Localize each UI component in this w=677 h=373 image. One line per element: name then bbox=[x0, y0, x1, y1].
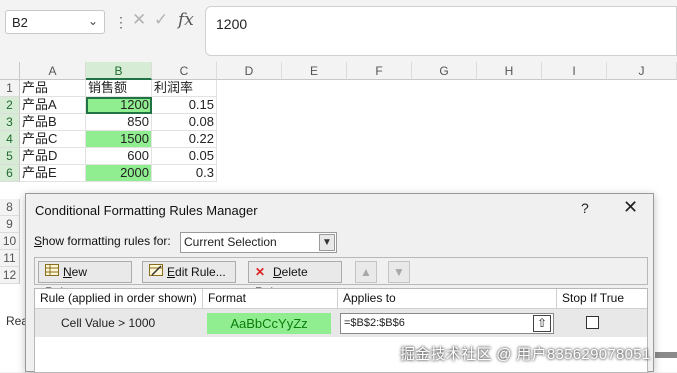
row-header-8[interactable]: 8 bbox=[0, 199, 20, 216]
name-box[interactable]: B2 ⌄ bbox=[5, 10, 105, 34]
watermark: 掘金技术社区 @ 用户835629078051 bbox=[400, 346, 651, 363]
cell-c1[interactable]: 利润率 bbox=[152, 80, 217, 97]
column-header-c[interactable]: C bbox=[152, 62, 217, 80]
cell-c6[interactable]: 0.3 bbox=[152, 165, 217, 182]
cell-b2[interactable]: 1200 bbox=[86, 97, 152, 114]
cell-a5[interactable]: 产品D bbox=[20, 148, 86, 165]
insert-function-icon[interactable]: fx bbox=[178, 10, 194, 30]
row-header-2[interactable]: 2 bbox=[0, 97, 20, 114]
format-preview: AaBbCcYyZz bbox=[207, 313, 331, 334]
column-header-i[interactable]: I bbox=[542, 62, 607, 80]
column-header-b[interactable]: B bbox=[86, 62, 152, 80]
dialog-title: Conditional Formatting Rules Manager bbox=[35, 203, 258, 218]
range-picker-icon[interactable]: ⇧ bbox=[533, 315, 551, 332]
row-header-1[interactable]: 1 bbox=[0, 80, 20, 97]
column-header-a[interactable]: A bbox=[20, 62, 86, 80]
applies-to-value: =$B$2:$B$6 bbox=[344, 317, 405, 329]
cell-a2[interactable]: 产品A bbox=[20, 97, 86, 114]
row-header-11[interactable]: 11 bbox=[0, 250, 20, 267]
column-header-stop-if-true[interactable]: Stop If True bbox=[557, 289, 647, 309]
applies-to-input[interactable]: =$B$2:$B$6 ⇧ bbox=[340, 313, 554, 334]
chevron-down-icon[interactable]: ⌄ bbox=[88, 14, 98, 28]
column-header-g[interactable]: G bbox=[412, 62, 477, 80]
column-header-e[interactable]: E bbox=[282, 62, 347, 80]
column-header-applies-to[interactable]: Applies to bbox=[338, 289, 557, 309]
formula-value: 1200 bbox=[216, 16, 248, 32]
delete-icon: ✕ bbox=[255, 265, 266, 279]
row-header-3[interactable]: 3 bbox=[0, 114, 20, 131]
cell-b6[interactable]: 2000 bbox=[86, 165, 152, 182]
column-header-d[interactable]: D bbox=[217, 62, 282, 80]
rule-description: Cell Value > 1000 bbox=[61, 316, 156, 330]
cancel-icon[interactable]: ✕ bbox=[132, 10, 146, 30]
row-header-5[interactable]: 5 bbox=[0, 148, 20, 165]
row-header-10[interactable]: 10 bbox=[0, 233, 20, 250]
formula-input[interactable]: 1200 bbox=[205, 6, 677, 56]
help-icon[interactable]: ? bbox=[581, 200, 589, 216]
cell-b1[interactable]: 销售额 bbox=[86, 80, 152, 97]
cell-a6[interactable]: 产品E bbox=[20, 165, 86, 182]
cell-a4[interactable]: 产品C bbox=[20, 131, 86, 148]
row-header-6[interactable]: 6 bbox=[0, 165, 20, 182]
new-rule-icon bbox=[45, 262, 59, 282]
column-header-h[interactable]: H bbox=[477, 62, 542, 80]
scope-select-value: Current Selection bbox=[184, 235, 277, 249]
chevron-down-icon[interactable]: ▼ bbox=[319, 234, 335, 251]
cell-c4[interactable]: 0.22 bbox=[152, 131, 217, 148]
enter-icon[interactable]: ✓ bbox=[154, 10, 168, 30]
more-options-icon[interactable]: ⋮ bbox=[114, 14, 128, 31]
select-all-corner[interactable] bbox=[0, 62, 20, 80]
rules-toolbar: New Rule... Edit Rule... ✕Delete Rule ▲ … bbox=[34, 257, 648, 299]
column-header-rule[interactable]: Rule (applied in order shown) bbox=[35, 289, 203, 309]
new-rule-button[interactable]: New Rule... bbox=[38, 261, 132, 299]
move-down-button[interactable]: ▼ bbox=[388, 261, 410, 283]
edit-rule-icon bbox=[149, 262, 163, 282]
column-header-format[interactable]: Format bbox=[203, 289, 338, 309]
cell-b4[interactable]: 1500 bbox=[86, 131, 152, 148]
cell-b5[interactable]: 600 bbox=[86, 148, 152, 165]
cell-c3[interactable]: 0.08 bbox=[152, 114, 217, 131]
cell-c2[interactable]: 0.15 bbox=[152, 97, 217, 114]
name-box-value: B2 bbox=[12, 15, 28, 30]
cell-a1[interactable]: 产品 bbox=[20, 80, 86, 97]
column-header-f[interactable]: F bbox=[347, 62, 412, 80]
cell-c5[interactable]: 0.05 bbox=[152, 148, 217, 165]
close-icon[interactable]: ✕ bbox=[623, 197, 638, 218]
cell-a3[interactable]: 产品B bbox=[20, 114, 86, 131]
row-header-12[interactable]: 12 bbox=[0, 267, 20, 284]
stop-if-true-checkbox[interactable] bbox=[586, 316, 599, 329]
column-header-j[interactable]: J bbox=[607, 62, 677, 80]
scope-select[interactable]: Current Selection ▼ bbox=[180, 232, 337, 253]
move-up-button[interactable]: ▲ bbox=[355, 261, 377, 283]
edit-rule-button[interactable]: Edit Rule... bbox=[142, 261, 236, 283]
row-header-9[interactable]: 9 bbox=[0, 216, 20, 233]
formula-bar: B2 ⌄ ⋮ ✕ ✓ fx 1200 bbox=[0, 0, 677, 56]
delete-rule-button[interactable]: ✕Delete Rule bbox=[248, 261, 342, 299]
cell-b3[interactable]: 850 bbox=[86, 114, 152, 131]
show-rules-label: Show formatting rules for: bbox=[34, 234, 171, 248]
row-header-4[interactable]: 4 bbox=[0, 131, 20, 148]
horizontal-scrollbar-thumb[interactable] bbox=[655, 352, 677, 358]
